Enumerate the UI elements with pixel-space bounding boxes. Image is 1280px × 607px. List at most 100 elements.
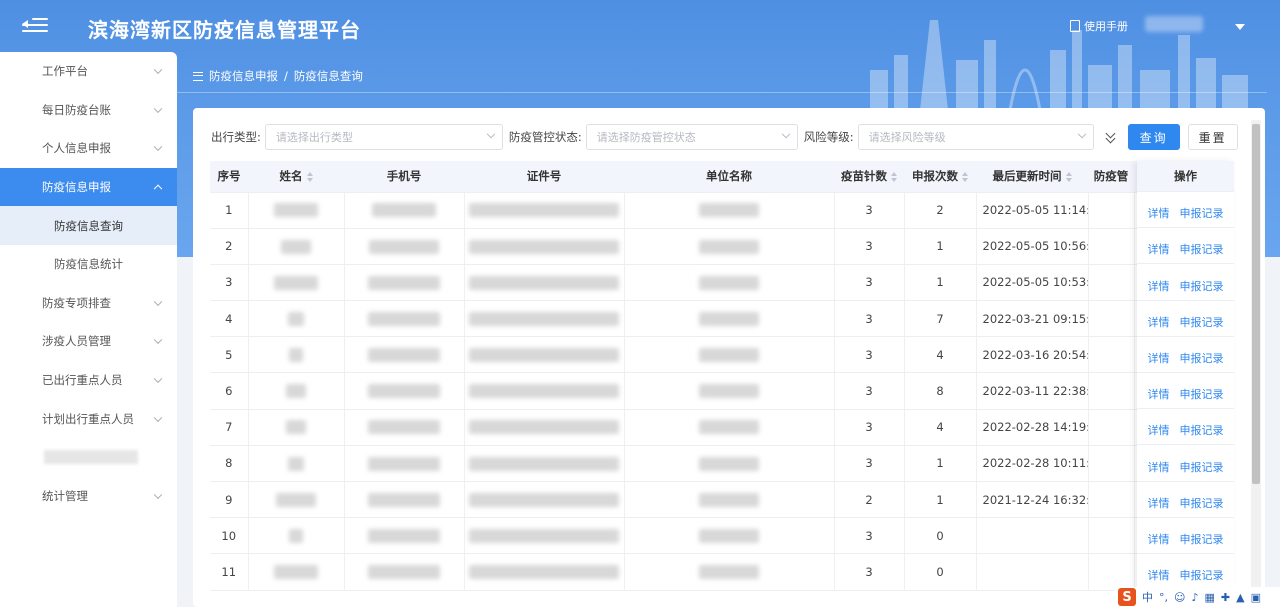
report-records-link[interactable]: 申报记录	[1180, 314, 1224, 330]
row-actions: 详情 申报记录	[1137, 482, 1234, 518]
sidebar-item-workbench[interactable]: 工作平台	[0, 52, 177, 91]
report-records-link[interactable]: 申报记录	[1180, 241, 1224, 257]
grid-menu-icon[interactable]: ▣	[1251, 591, 1261, 604]
travel-type-select[interactable]: 请选择出行类型	[264, 124, 503, 150]
redacted-phone	[368, 456, 440, 471]
col-updated-header[interactable]: 最后更新时间	[976, 161, 1088, 193]
detail-link[interactable]: 详情	[1148, 205, 1170, 221]
table-row: 1 322022-05-05 11:14:...	[210, 192, 1234, 229]
toolbox-icon[interactable]: ✚	[1221, 591, 1230, 604]
col-reports-header[interactable]: 申报次数	[904, 161, 976, 193]
report-records-link[interactable]: 申报记录	[1180, 422, 1224, 438]
sidebar-item-redacted[interactable]	[0, 438, 177, 477]
emoji-icon[interactable]: ☺	[1174, 591, 1185, 604]
ime-toolbar[interactable]: S 中 °, ☺ ♪ ▦ ✚ ▲ ▣	[1114, 587, 1280, 607]
punctuation-icon[interactable]: °,	[1159, 591, 1168, 604]
skin-icon[interactable]: ▲	[1236, 591, 1244, 604]
detail-link[interactable]: 详情	[1148, 386, 1170, 402]
redacted-phone	[368, 348, 440, 363]
ime-mode-toggle[interactable]: 中	[1142, 589, 1153, 605]
col-name-label: 姓名	[279, 169, 303, 184]
detail-link[interactable]: 详情	[1148, 350, 1170, 366]
detail-link[interactable]: 详情	[1148, 459, 1170, 475]
redacted-org	[699, 456, 759, 471]
redacted-org	[699, 565, 759, 580]
redacted-id	[469, 492, 619, 507]
sidebar-subitem-query[interactable]: 防疫信息查询	[0, 206, 177, 245]
cell-id	[464, 372, 625, 410]
report-records-link[interactable]: 申报记录	[1180, 531, 1224, 547]
cell-org	[624, 228, 835, 265]
sort-icon[interactable]	[1065, 171, 1072, 182]
user-name-redacted[interactable]	[1145, 16, 1203, 32]
table-row: 2 312022-05-05 10:56:...	[210, 228, 1234, 265]
sidebar-item-personal-report[interactable]: 个人信息申报	[0, 129, 177, 168]
cell-doses: 3	[834, 264, 905, 302]
redacted-label	[44, 450, 138, 465]
table-row: 5 342022-03-16 20:54:...	[210, 336, 1234, 374]
sidebar-item-special-screening[interactable]: 防疫专项排查	[0, 284, 177, 323]
cell-doses: 3	[834, 300, 905, 338]
cell-reports: 7	[904, 300, 977, 338]
reset-button[interactable]: 重置	[1187, 124, 1238, 150]
cell-phone	[344, 192, 465, 229]
report-records-link[interactable]: 申报记录	[1180, 205, 1224, 221]
row-actions: 详情 申报记录	[1137, 228, 1234, 265]
scrollbar-thumb[interactable]	[1252, 124, 1260, 484]
detail-link[interactable]: 详情	[1148, 422, 1170, 438]
detail-link[interactable]: 详情	[1148, 241, 1170, 257]
detail-link[interactable]: 详情	[1148, 278, 1170, 294]
sidebar-subitem-statistics[interactable]: 防疫信息统计	[0, 245, 177, 284]
vertical-scrollbar[interactable]	[1251, 120, 1261, 596]
sidebar-item-traveled-key-persons[interactable]: 已出行重点人员	[0, 361, 177, 400]
report-records-link[interactable]: 申报记录	[1180, 386, 1224, 402]
col-doses-header[interactable]: 疫苗针数	[834, 161, 904, 193]
sort-icon[interactable]	[891, 171, 897, 182]
sort-icon[interactable]	[962, 171, 968, 182]
sidebar: 工作平台 每日防疫台账 个人信息申报 防疫信息申报 防疫信息查询 防疫信息统计 …	[0, 52, 177, 607]
cell-doses: 2	[834, 481, 905, 519]
col-name-header[interactable]: 姓名	[248, 161, 344, 193]
sort-icon[interactable]	[306, 171, 313, 182]
user-menu-caret-icon[interactable]	[1235, 24, 1245, 30]
microphone-icon[interactable]: ♪	[1191, 591, 1198, 604]
detail-link[interactable]: 详情	[1148, 531, 1170, 547]
sidebar-item-statistics-management[interactable]: 统计管理	[0, 477, 177, 516]
report-records-link[interactable]: 申报记录	[1180, 495, 1224, 511]
detail-link[interactable]: 详情	[1148, 495, 1170, 511]
risk-level-select[interactable]: 请选择风险等级	[857, 124, 1094, 150]
row-actions: 详情 申报记录	[1137, 409, 1234, 446]
cell-name	[248, 445, 345, 483]
redacted-id	[469, 311, 619, 326]
report-records-link[interactable]: 申报记录	[1180, 350, 1224, 366]
sidebar-item-label: 已出行重点人员	[42, 373, 123, 388]
cell-phone	[344, 300, 465, 338]
sidebar-item-planned-travel-key-persons[interactable]: 计划出行重点人员	[0, 399, 177, 438]
breadcrumb-parent[interactable]: 防疫信息申报	[209, 68, 278, 84]
cell-status	[1088, 192, 1135, 229]
query-button[interactable]: 查询	[1127, 124, 1180, 150]
control-status-select[interactable]: 请选择防疫管控状态	[585, 124, 798, 150]
cell-id	[464, 228, 625, 265]
ime-logo-icon[interactable]: S	[1118, 588, 1136, 606]
detail-link[interactable]: 详情	[1148, 314, 1170, 330]
sidebar-item-involved-persons[interactable]: 涉疫人员管理	[0, 322, 177, 361]
cell-updated: 2022-02-28 14:19:...	[976, 409, 1089, 446]
document-icon	[1070, 20, 1080, 32]
redacted-org	[699, 348, 759, 363]
cell-id	[464, 481, 625, 519]
keyboard-icon[interactable]: ▦	[1205, 591, 1215, 604]
sidebar-item-epidemic-report[interactable]: 防疫信息申报	[0, 167, 177, 207]
sidebar-item-daily-ledger[interactable]: 每日防疫台账	[0, 91, 177, 130]
detail-link[interactable]: 详情	[1148, 567, 1170, 583]
expand-filters-icon[interactable]	[1104, 130, 1118, 144]
user-manual-link[interactable]: 使用手册	[1070, 18, 1128, 34]
cell-status	[1088, 300, 1135, 338]
cell-reports: 0	[904, 517, 977, 555]
chevron-down-icon	[486, 129, 496, 139]
report-records-link[interactable]: 申报记录	[1180, 567, 1224, 583]
report-records-link[interactable]: 申报记录	[1180, 278, 1224, 294]
row-actions: 详情 申报记录	[1137, 445, 1234, 482]
menu-toggle-icon[interactable]	[22, 14, 48, 36]
report-records-link[interactable]: 申报记录	[1180, 459, 1224, 475]
